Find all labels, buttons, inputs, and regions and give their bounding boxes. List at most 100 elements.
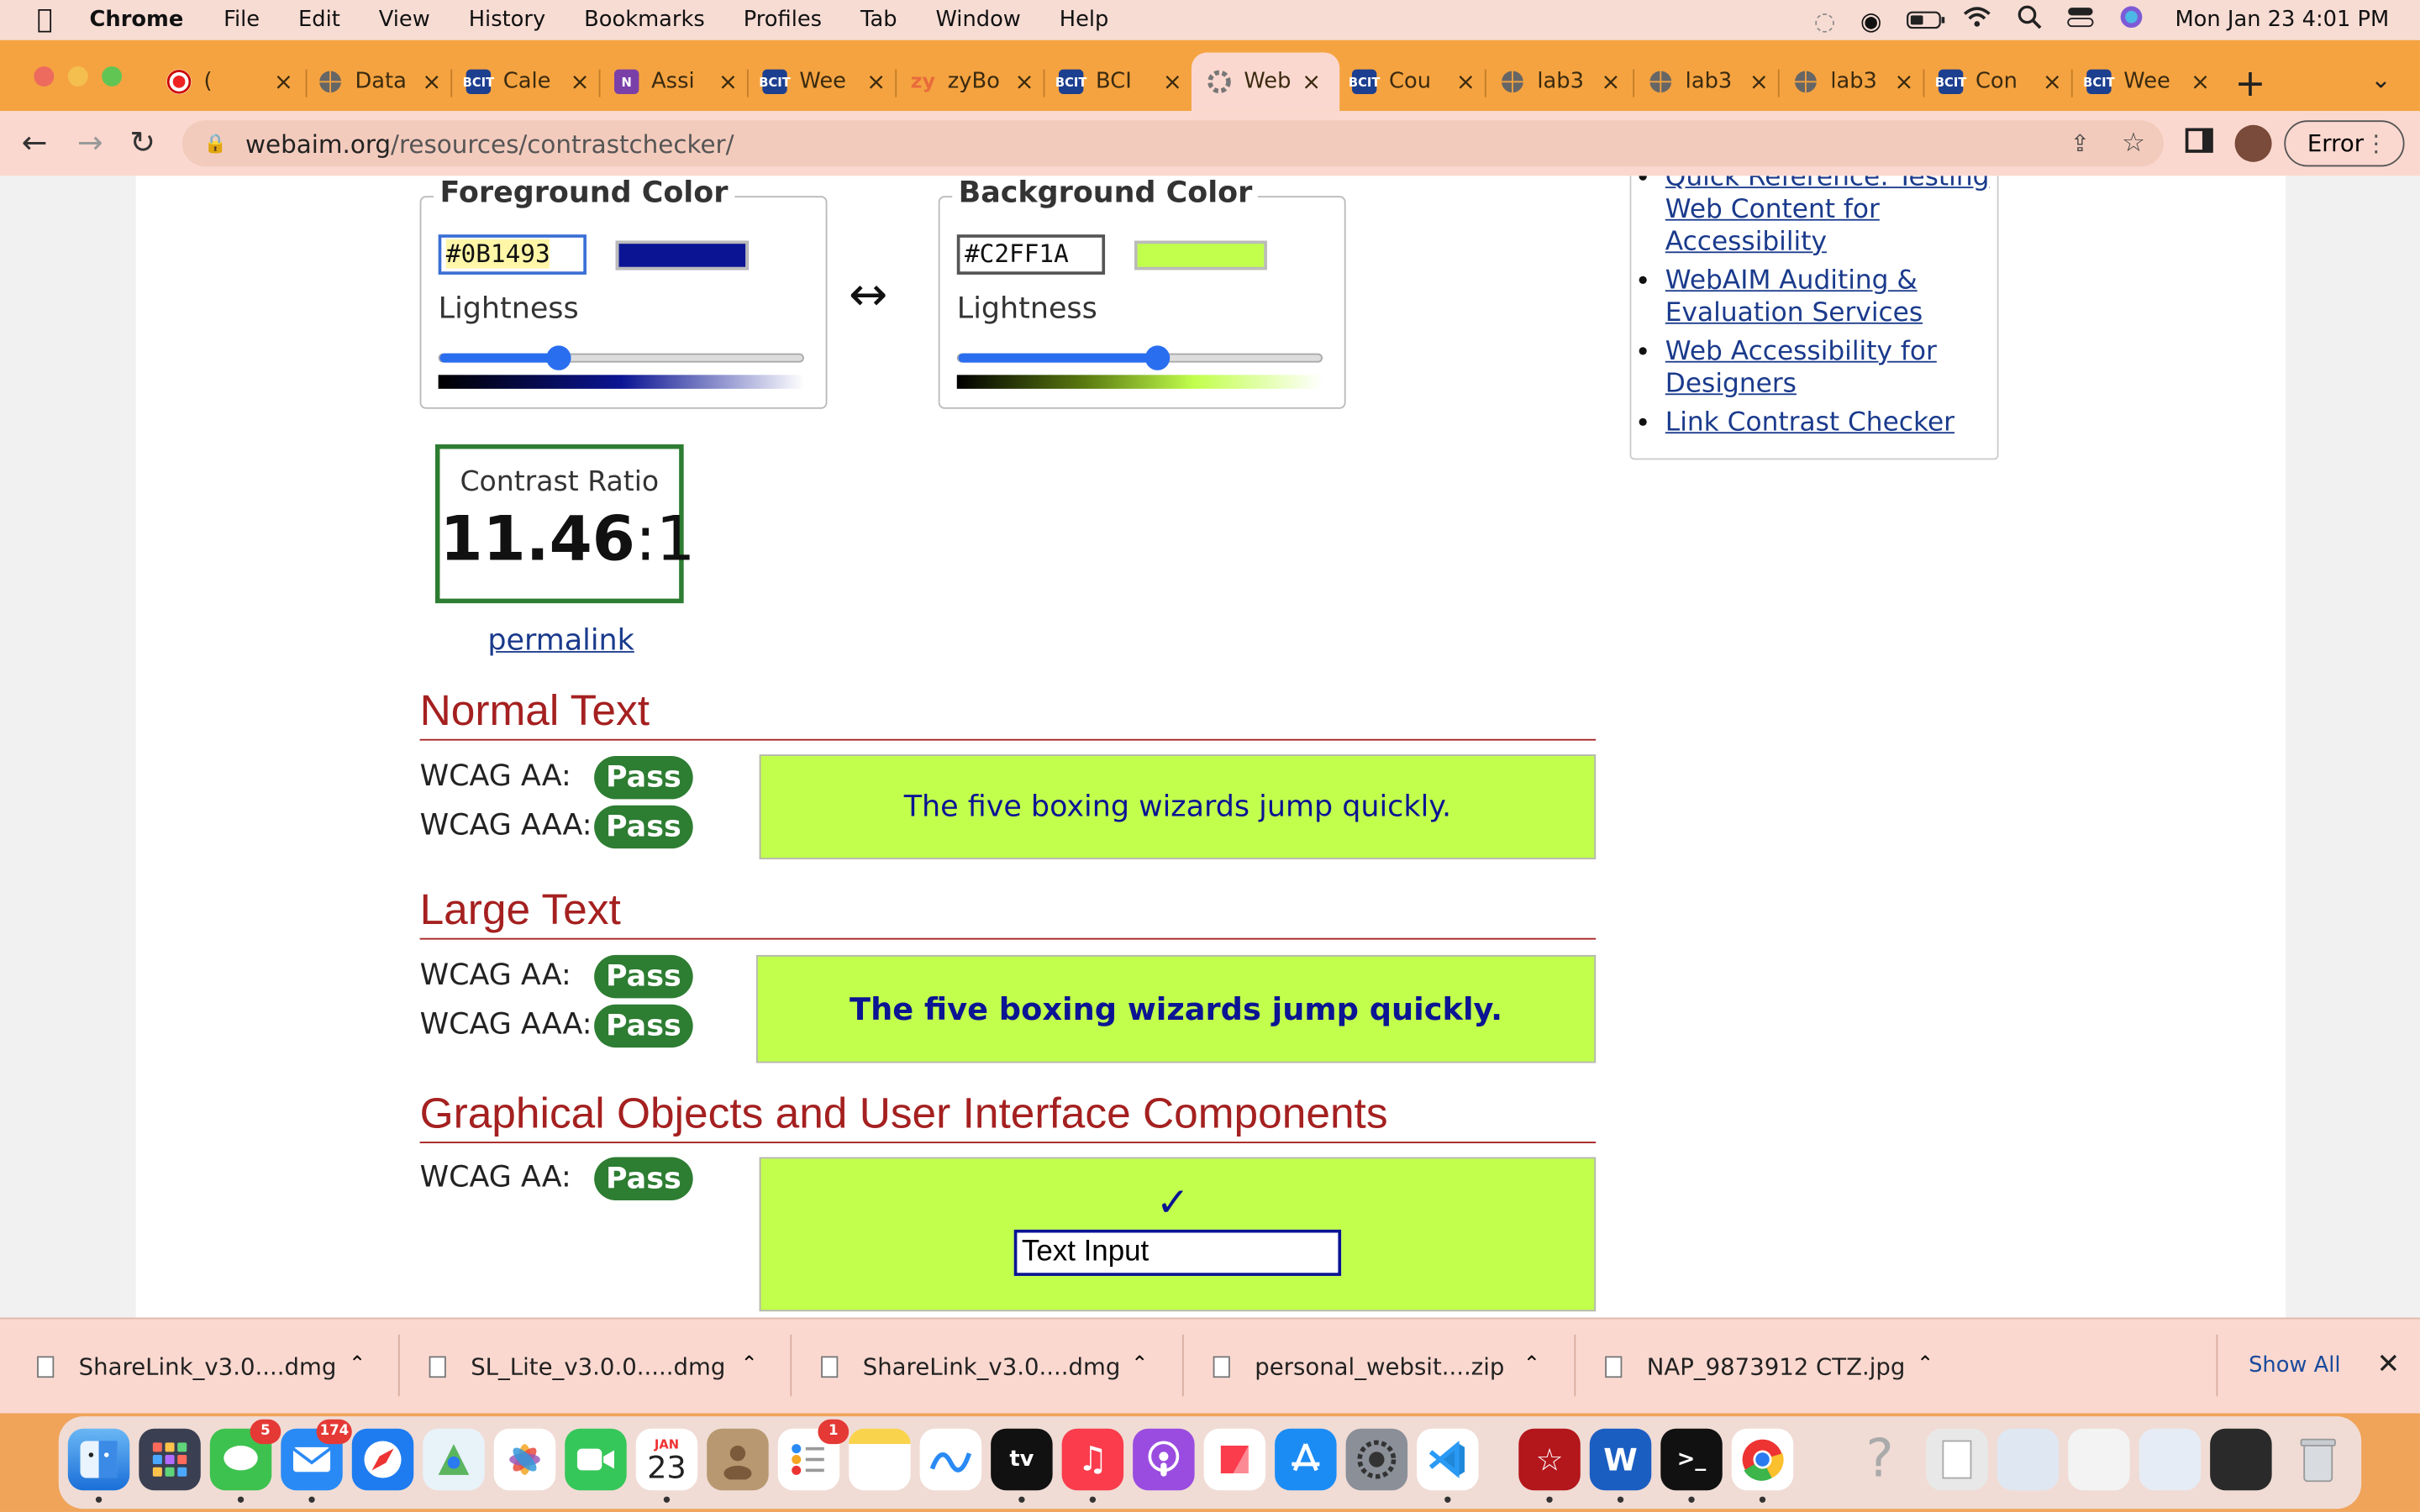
tab-content[interactable]: BCIT Con ×: [1935, 52, 2071, 111]
background-hex-input[interactable]: #C2FF1A: [956, 234, 1106, 275]
calendar-window-thumbnail-icon[interactable]: [2068, 1428, 2130, 1491]
close-tab-icon[interactable]: ×: [866, 68, 886, 96]
photos-icon[interactable]: [493, 1428, 556, 1491]
foreground-slider-handle[interactable]: [546, 345, 571, 370]
apple-menu-icon[interactable]: : [0, 5, 90, 36]
download-item[interactable]: ShareLink_v3.0....dmg: [821, 1353, 1120, 1381]
tab-assignment[interactable]: N Assi ×: [614, 52, 747, 111]
reload-icon[interactable]: ↻: [129, 123, 155, 160]
menu-bookmarks[interactable]: Bookmarks: [584, 8, 705, 32]
menu-history[interactable]: History: [469, 8, 545, 32]
vscode-icon[interactable]: [1417, 1428, 1479, 1503]
spotlight-search-icon[interactable]: [2018, 5, 2042, 36]
tab-zybooks[interactable]: zy zyBo ×: [911, 52, 1044, 111]
terminal-window-thumbnail-icon[interactable]: [2210, 1428, 2272, 1491]
menu-app-name[interactable]: Chrome: [90, 8, 184, 32]
swap-colors-icon[interactable]: ↔: [849, 269, 887, 323]
app-store-icon[interactable]: [1275, 1428, 1337, 1491]
download-item[interactable]: SL_Lite_v3.0.0.....dmg: [429, 1353, 725, 1381]
freeform-icon[interactable]: [919, 1428, 982, 1491]
lock-icon[interactable]: 🔒: [203, 133, 226, 155]
tab-week[interactable]: BCIT Wee ×: [759, 52, 895, 111]
zoom-window-button[interactable]: [102, 66, 123, 87]
mail-icon[interactable]: 174: [281, 1419, 352, 1503]
music-icon[interactable]: ♫: [1061, 1428, 1124, 1503]
close-tab-icon[interactable]: ×: [1456, 68, 1476, 96]
siri-icon[interactable]: [2119, 5, 2144, 36]
menubar-clock[interactable]: Mon Jan 23 4:01 PM: [2175, 8, 2389, 32]
download-item[interactable]: NAP_9873912 CTZ.jpg: [1605, 1353, 1905, 1381]
close-window-button[interactable]: [34, 66, 55, 87]
chrome-icon[interactable]: [1731, 1428, 1794, 1503]
news-icon[interactable]: [1203, 1428, 1266, 1491]
tab-webaim-active[interactable]: Web ×: [1191, 52, 1340, 112]
close-tab-icon[interactable]: ×: [422, 68, 441, 96]
maps-icon[interactable]: [423, 1428, 485, 1491]
finder-icon[interactable]: [67, 1428, 130, 1503]
new-tab-plus-icon[interactable]: +: [2235, 61, 2266, 104]
foreground-lightness-slider[interactable]: [438, 353, 804, 363]
tab-lab3-c[interactable]: lab3 ×: [1793, 52, 1923, 111]
share-icon[interactable]: ⇪: [2070, 129, 2090, 157]
chevron-up-icon[interactable]: ⌃: [1917, 1353, 1933, 1377]
close-tab-icon[interactable]: ×: [718, 68, 738, 96]
menu-profiles[interactable]: Profiles: [744, 8, 822, 32]
contacts-icon[interactable]: [707, 1428, 769, 1491]
background-color-swatch[interactable]: [1134, 240, 1267, 270]
spinner-status-icon[interactable]: ◌: [1814, 5, 1836, 34]
menu-tab[interactable]: Tab: [860, 8, 897, 32]
messages-icon[interactable]: 5: [209, 1419, 281, 1503]
tab-record[interactable]: ( ×: [166, 52, 302, 111]
menu-help[interactable]: Help: [1060, 8, 1109, 32]
terminal-icon[interactable]: >_: [1660, 1428, 1723, 1503]
close-tab-icon[interactable]: ×: [571, 68, 590, 96]
avatar[interactable]: [2234, 124, 2272, 162]
wifi-icon[interactable]: [1962, 6, 1993, 34]
launchpad-icon[interactable]: [139, 1428, 201, 1491]
menu-view[interactable]: View: [379, 8, 430, 32]
tab-data[interactable]: Data ×: [318, 52, 450, 111]
apple-tv-icon[interactable]: tv: [991, 1428, 1053, 1503]
close-tab-icon[interactable]: ×: [1749, 68, 1769, 96]
help-question-icon[interactable]: ?: [1849, 1429, 1910, 1490]
tab-week-2[interactable]: BCIT Wee ×: [2083, 52, 2219, 111]
sample-text-input[interactable]: Text Input: [1013, 1229, 1342, 1276]
chevron-up-icon[interactable]: ⌃: [349, 1353, 366, 1377]
document-window-thumbnail-icon[interactable]: [2139, 1428, 2202, 1491]
menu-file[interactable]: File: [224, 8, 260, 32]
creative-cloud-icon[interactable]: ◉: [1860, 5, 1882, 34]
close-downloads-bar-icon[interactable]: ✕: [2377, 1348, 2401, 1381]
close-tab-icon[interactable]: ×: [1302, 68, 1321, 96]
tab-bcit[interactable]: BCIT BCI ×: [1055, 52, 1192, 111]
permalink-link[interactable]: permalink: [487, 623, 634, 657]
tab-lab3-b[interactable]: lab3 ×: [1649, 52, 1778, 111]
close-tab-icon[interactable]: ×: [1014, 68, 1034, 96]
control-center-icon[interactable]: [2067, 6, 2095, 34]
chevron-up-icon[interactable]: ⌃: [741, 1353, 758, 1377]
menu-edit[interactable]: Edit: [298, 8, 340, 32]
foreground-color-swatch[interactable]: [615, 240, 749, 270]
tab-calendar[interactable]: BCIT Cale ×: [463, 52, 599, 111]
podcasts-icon[interactable]: [1133, 1428, 1195, 1491]
forward-arrow-icon[interactable]: →: [77, 123, 103, 160]
side-panel-icon[interactable]: [2185, 128, 2213, 153]
safari-icon[interactable]: [351, 1428, 414, 1491]
minimize-window-button[interactable]: [67, 66, 88, 87]
more-menu-icon[interactable]: ⋮: [2365, 129, 2388, 157]
chevron-up-icon[interactable]: ⌃: [1523, 1353, 1540, 1377]
screenshot-thumbnail-icon[interactable]: [1996, 1428, 2060, 1491]
close-tab-icon[interactable]: ×: [1163, 68, 1182, 96]
notes-icon[interactable]: [849, 1428, 911, 1491]
close-tab-icon[interactable]: ×: [274, 68, 293, 96]
document-stack-icon[interactable]: [1926, 1428, 1988, 1491]
chevron-up-icon[interactable]: ⌃: [1131, 1353, 1148, 1377]
sidebar-link-auditing-services[interactable]: WebAIM Auditing & Evaluation Services: [1665, 265, 1923, 328]
calendar-icon[interactable]: JAN 23: [635, 1428, 698, 1503]
reminders-icon[interactable]: 1: [777, 1419, 850, 1491]
system-settings-icon[interactable]: [1345, 1428, 1408, 1491]
back-arrow-icon[interactable]: ←: [22, 123, 48, 160]
background-slider-handle[interactable]: [1145, 345, 1171, 370]
menu-window[interactable]: Window: [935, 8, 1020, 32]
close-tab-icon[interactable]: ×: [1601, 68, 1620, 96]
close-tab-icon[interactable]: ×: [2191, 68, 2210, 96]
